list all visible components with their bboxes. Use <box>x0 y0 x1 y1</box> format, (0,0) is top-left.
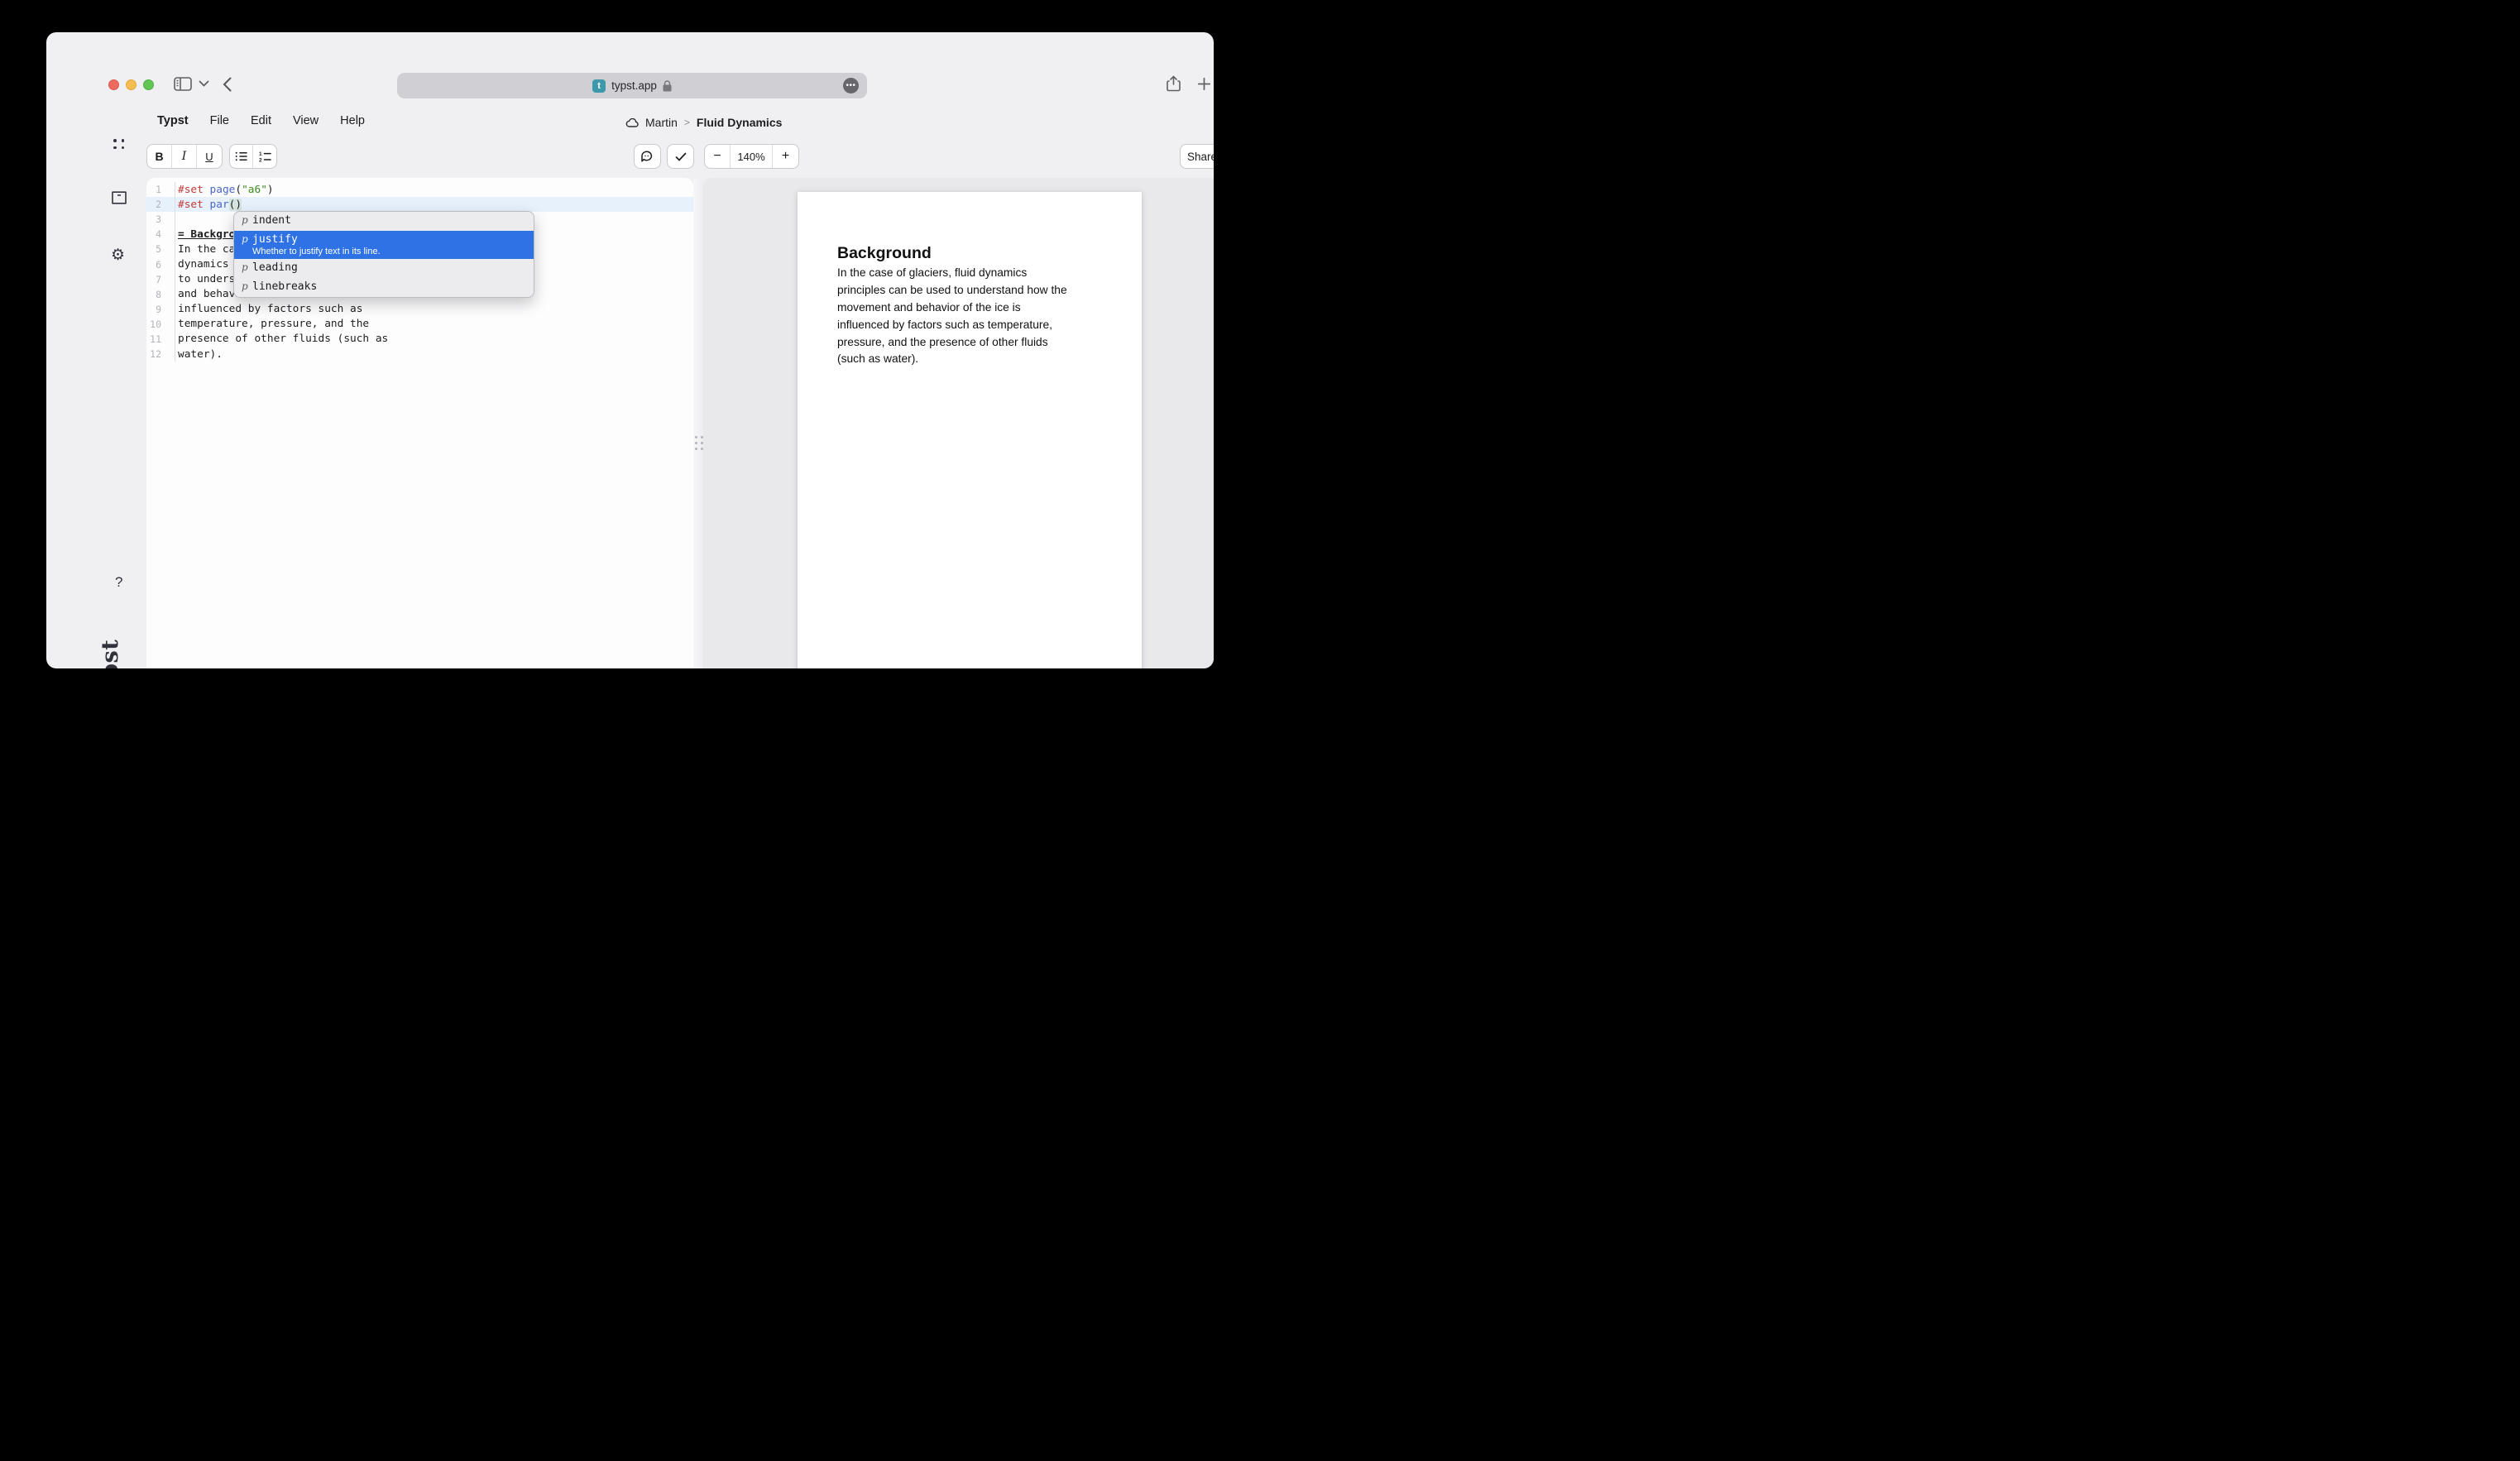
item-name: leading <box>252 261 298 274</box>
code-line-10[interactable]: 10 temperature, pressure, and the <box>146 317 693 332</box>
item-name: justify <box>252 233 381 246</box>
chevron-down-icon[interactable] <box>199 80 209 87</box>
line-number: 3 <box>146 213 161 225</box>
line-number: 5 <box>146 243 161 255</box>
preview-text-line: pressure, and the presence of other flui… <box>837 333 1110 351</box>
preview-text-line: principles can be used to understand how… <box>837 281 1110 299</box>
zoom-control-group: − 140% + <box>704 144 799 169</box>
line-number: 12 <box>146 348 161 360</box>
preview-pane: Background In the case of glaciers, flui… <box>703 178 1214 668</box>
code-text: #set par() <box>175 197 693 212</box>
menu-typst[interactable]: Typst <box>157 114 189 127</box>
line-number: 9 <box>146 304 161 315</box>
zoom-out-button[interactable]: − <box>705 145 731 168</box>
back-button[interactable] <box>223 77 232 92</box>
close-window-button[interactable] <box>108 79 119 90</box>
zoom-window-button[interactable] <box>143 79 154 90</box>
italic-button[interactable]: I <box>172 145 197 168</box>
bullet-list-button[interactable] <box>230 145 253 168</box>
app-menubar: Typst File Edit View Help <box>157 114 365 127</box>
param-type-label: p <box>242 261 252 273</box>
code-text: influenced by factors such as <box>175 302 693 317</box>
new-tab-icon[interactable] <box>1198 78 1210 90</box>
code-line-2[interactable]: 2 #set par() <box>146 197 693 212</box>
bold-button[interactable]: B <box>147 145 172 168</box>
share-button[interactable]: Share <box>1181 145 1214 168</box>
autocomplete-item-leading[interactable]: pleading <box>234 259 534 278</box>
param-type-label: p <box>242 280 252 292</box>
menu-edit[interactable]: Edit <box>251 114 271 127</box>
line-number: 7 <box>146 274 161 285</box>
comment-button-group <box>634 144 661 169</box>
comment-button[interactable] <box>635 145 660 168</box>
autocomplete-item-indent[interactable]: pindent <box>234 212 534 231</box>
typst-logo: typst <box>98 627 131 668</box>
breadcrumb-workspace[interactable]: Martin <box>645 116 678 129</box>
breadcrumb-separator: > <box>684 117 690 128</box>
line-number: 4 <box>146 228 161 240</box>
item-description: Whether to justify text in its line. <box>252 247 381 256</box>
format-button-group: B I U <box>146 144 223 169</box>
check-button[interactable] <box>668 145 693 168</box>
cloud-icon <box>625 118 639 127</box>
files-box-icon[interactable] <box>112 191 127 204</box>
check-button-group <box>667 144 694 169</box>
line-number: 2 <box>146 199 161 210</box>
breadcrumb: Martin > Fluid Dynamics <box>625 116 782 129</box>
line-number: 11 <box>146 333 161 345</box>
typst-favicon: t <box>592 79 606 93</box>
address-bar[interactable]: t typst.app ••• <box>397 73 867 98</box>
preview-page: Background In the case of glaciers, flui… <box>798 192 1142 668</box>
url-text: typst.app <box>611 79 657 92</box>
app-grid-icon[interactable] <box>113 139 125 149</box>
browser-sidebar-icon[interactable] <box>174 77 192 91</box>
line-number: 8 <box>146 289 161 300</box>
browser-share-icon[interactable] <box>1167 75 1181 93</box>
lock-icon <box>663 80 672 92</box>
code-text: #set page("a6") <box>175 182 693 197</box>
line-number: 6 <box>146 259 161 271</box>
code-line-11[interactable]: 11 presence of other fluids (such as <box>146 332 693 347</box>
list-button-group: 1 2 <box>229 144 277 169</box>
line-number: 1 <box>146 184 161 195</box>
menu-help[interactable]: Help <box>340 114 365 127</box>
preview-text-line: In the case of glaciers, fluid dynamics <box>837 265 1110 282</box>
drag-handle-dots <box>695 436 703 450</box>
preview-text-line: movement and behavior of the ice is <box>837 299 1110 316</box>
svg-text:1: 1 <box>259 151 262 157</box>
zoom-in-button[interactable]: + <box>773 145 798 168</box>
zoom-level: 140% <box>731 145 773 168</box>
extensions-icon[interactable]: ••• <box>843 78 859 93</box>
code-text: temperature, pressure, and the <box>175 317 693 332</box>
code-line-1[interactable]: 1 #set page("a6") <box>146 182 693 197</box>
pane-resize-handle[interactable] <box>693 178 703 668</box>
minimize-window-button[interactable] <box>126 79 137 90</box>
code-text: presence of other fluids (such as <box>175 332 693 347</box>
menu-file[interactable]: File <box>210 114 229 127</box>
param-type-label: p <box>242 214 252 226</box>
autocomplete-item-justify[interactable]: pjustifyWhether to justify text in its l… <box>234 231 534 259</box>
breadcrumb-document: Fluid Dynamics <box>697 116 782 129</box>
browser-window: t typst.app ••• Typst File Edit View Hel… <box>46 32 1214 668</box>
code-line-12[interactable]: 12 water). <box>146 347 693 362</box>
preview-text-line: (such as water). <box>837 350 1110 367</box>
underline-button[interactable]: U <box>197 145 222 168</box>
autocomplete-dropdown: pindentpjustifyWhether to justify text i… <box>233 211 534 298</box>
preview-heading: Background <box>837 244 932 263</box>
code-text: water). <box>175 347 693 362</box>
numbered-list-button[interactable]: 1 2 <box>253 145 276 168</box>
preview-paragraph: In the case of glaciers, fluid dynamicsp… <box>837 265 1110 368</box>
svg-text:2: 2 <box>259 157 262 162</box>
item-name: linebreaks <box>252 280 317 293</box>
autocomplete-item-linebreaks[interactable]: plinebreaks <box>234 278 534 297</box>
help-icon[interactable]: ? <box>115 574 122 591</box>
menu-view[interactable]: View <box>293 114 319 127</box>
line-number: 10 <box>146 319 161 330</box>
param-type-label: p <box>242 233 252 245</box>
code-line-9[interactable]: 9 influenced by factors such as <box>146 302 693 317</box>
preview-text-line: influenced by factors such as temperatur… <box>837 316 1110 333</box>
gear-icon[interactable]: ⚙ <box>111 246 125 265</box>
item-name: indent <box>252 214 291 227</box>
share-button-group: Share <box>1180 144 1214 169</box>
